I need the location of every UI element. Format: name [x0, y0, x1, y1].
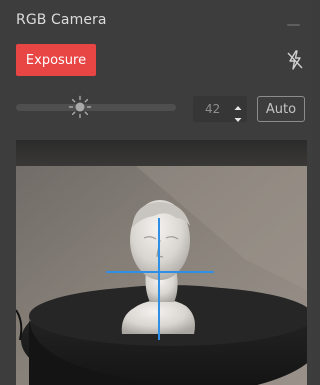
rgb-camera-panel: RGB Camera Exposure 42 Auto — [0, 0, 312, 385]
auto-exposure-button[interactable]: Auto — [257, 96, 305, 122]
sun-icon[interactable] — [68, 95, 92, 119]
exposure-button[interactable]: Exposure — [16, 44, 96, 76]
exposure-slider[interactable] — [16, 104, 176, 111]
exposure-value-stepper[interactable]: 42 — [193, 96, 247, 122]
chevron-up-icon[interactable] — [233, 98, 243, 110]
camera-preview — [16, 140, 307, 385]
exposure-value[interactable]: 42 — [205, 102, 220, 116]
camera-image — [16, 140, 307, 385]
panel-title: RGB Camera — [16, 12, 107, 28]
chevron-down-icon[interactable] — [233, 110, 243, 122]
flash-off-icon[interactable] — [285, 49, 305, 71]
minimize-icon[interactable] — [287, 24, 300, 26]
panel-header: RGB Camera — [0, 0, 312, 38]
